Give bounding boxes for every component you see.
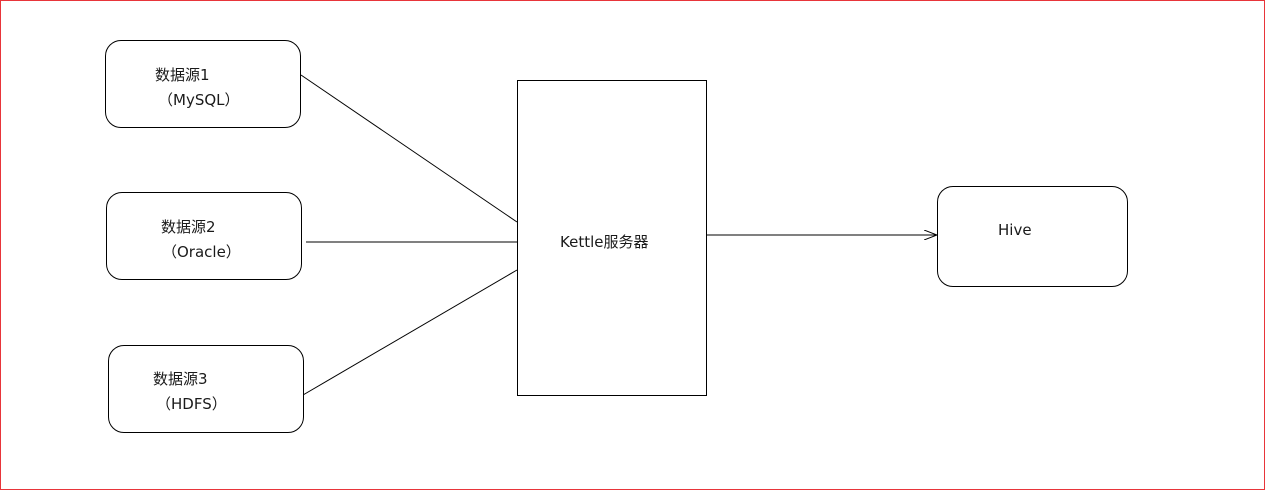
data-source-3-name: 数据源3 [153, 370, 208, 388]
data-source-2-node: 数据源2 （Oracle） [106, 192, 302, 280]
data-source-3-node: 数据源3 （HDFS） [108, 345, 304, 433]
data-source-1-name: 数据源1 [155, 66, 210, 84]
data-source-2-name: 数据源2 [161, 218, 216, 236]
data-source-3-type: （HDFS） [156, 395, 227, 413]
kettle-server-label: Kettle服务器 [560, 233, 649, 251]
connector-source3-to-server [302, 269, 518, 396]
hive-target-label: Hive [998, 221, 1032, 239]
kettle-server-node: Kettle服务器 [517, 80, 707, 396]
data-source-1-node: 数据源1 （MySQL） [105, 40, 301, 128]
hive-target-node: Hive [937, 186, 1128, 287]
connector-source1-to-server [300, 74, 518, 223]
data-source-2-type: （Oracle） [162, 243, 241, 261]
data-source-1-type: （MySQL） [158, 91, 240, 109]
